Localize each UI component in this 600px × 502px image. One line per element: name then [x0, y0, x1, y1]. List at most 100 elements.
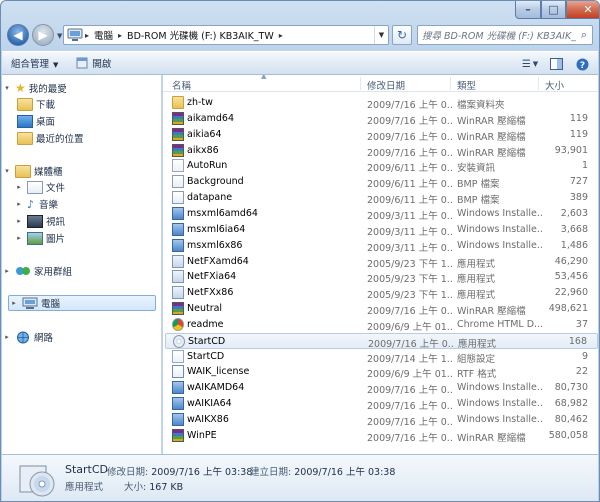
address-bar[interactable]: ▸ 電腦 ▸ BD-ROM 光碟機 (F:) KB3AIK_TW ▸ ▼	[63, 25, 389, 45]
file-row[interactable]: Background 2009/6/11 上午 0... BMP 檔案 727	[165, 174, 598, 190]
nav-recent-places-label: 最近的位置	[36, 134, 84, 145]
nav-documents[interactable]: ▸ 文件	[14, 179, 172, 195]
file-type: Windows Installe...	[457, 239, 543, 251]
file-row[interactable]: aikamd64 2009/7/16 上午 0... WinRAR 壓縮檔 119	[165, 111, 598, 127]
file-row[interactable]: NetFXx86 2005/9/23 下午 1... 應用程式 22,960	[165, 285, 598, 301]
folder-icon	[172, 96, 184, 109]
expand-icon[interactable]: ▸	[2, 333, 12, 341]
file-name: wAIKAMD64	[187, 382, 245, 394]
file-row[interactable]: Neutral 2009/7/16 上午 0... WinRAR 壓縮檔 498,62…	[165, 301, 598, 317]
search-box[interactable]: 搜尋 BD-ROM 光碟機 (F:) KB3AIK_TW ⌕	[417, 25, 593, 45]
breadcrumb-computer[interactable]: 電腦	[91, 28, 116, 42]
breadcrumb-bd-rom-drive[interactable]: BD-ROM 光碟機 (F:) KB3AIK_TW	[124, 28, 277, 42]
organize-button[interactable]: 組合管理 ▼	[2, 56, 67, 70]
expand-icon[interactable]: ▸	[14, 200, 24, 208]
column-header-name[interactable]: 名稱	[172, 78, 191, 92]
column-divider[interactable]	[538, 77, 539, 90]
file-row[interactable]: msxml6x86 2009/3/11 上午 0... Windows Instal…	[165, 238, 598, 254]
preview-pane-button[interactable]	[546, 56, 566, 72]
file-row[interactable]: zh-tw 2009/7/16 上午 0... 檔案資料夾	[165, 95, 598, 111]
nav-favorites[interactable]: ▾ ★ 我的最愛	[2, 80, 160, 96]
explorer-window: – □ ✕ ◀ ▶ ▼ ▸ 電腦 ▸ BD-ROM 光碟機 (F:) KB3AI…	[0, 0, 600, 502]
file-type: 安裝資訊	[457, 163, 496, 175]
nav-videos-label: 視訊	[46, 217, 66, 228]
file-row[interactable]: wAIKIA64 2009/7/16 上午 0... Windows Install…	[165, 396, 598, 412]
maximize-button[interactable]: □	[541, 1, 566, 19]
open-button[interactable]: 開啟	[67, 56, 120, 70]
expand-icon[interactable]: ▾	[2, 167, 12, 175]
details-size: 大小: 167 KB	[124, 479, 183, 493]
application-icon	[172, 270, 184, 284]
breadcrumb-separator[interactable]: ▸	[277, 31, 285, 40]
settings-file-icon	[172, 349, 184, 363]
refresh-button[interactable]: ↻	[392, 25, 412, 45]
help-button[interactable]: ?	[572, 56, 592, 72]
file-name: readme	[187, 318, 224, 330]
file-row[interactable]: StartCD 2009/7/14 上午 1... 組態設定 9	[165, 349, 598, 365]
file-row[interactable]: readme 2009/6/9 上午 01... Chrome HTML D... 3…	[165, 317, 598, 333]
column-divider[interactable]	[450, 77, 451, 90]
search-input[interactable]: 搜尋 BD-ROM 光碟機 (F:) KB3AIK_TW	[418, 28, 576, 42]
file-row[interactable]: StartCD 2009/7/16 上午 0... 應用程式 168	[165, 332, 598, 350]
file-row[interactable]: NetFXia64 2005/9/23 下午 1... 應用程式 53,456	[165, 269, 598, 285]
forward-button[interactable]: ▶	[32, 24, 54, 46]
nav-computer[interactable]: ▸ 電腦	[8, 295, 156, 311]
expand-icon[interactable]: ▾	[2, 84, 12, 92]
column-header-size[interactable]: 大小	[545, 78, 564, 92]
column-header-date[interactable]: 修改日期	[367, 78, 405, 92]
file-row[interactable]: msxml6ia64 2009/3/11 上午 0... Windows Insta…	[165, 222, 598, 238]
address-history-dropdown[interactable]: ▼	[374, 26, 388, 44]
nav-network[interactable]: ▸ 網路	[2, 329, 160, 345]
breadcrumb-separator[interactable]: ▸	[116, 31, 124, 40]
file-size: 80,730	[554, 382, 588, 394]
chevron-down-icon: ▼	[532, 60, 539, 68]
file-row[interactable]: aikx86 2009/7/16 上午 0... WinRAR 壓縮檔 93,901	[165, 143, 598, 159]
column-header-row: ▲ 名稱 修改日期 類型 大小	[163, 75, 598, 92]
file-modified-date: 2009/7/16 上午 0...	[367, 131, 453, 143]
file-row[interactable]: WAIK_license 2009/6/9 上午 01... RTF 格式 22	[165, 364, 598, 380]
expand-icon[interactable]: ▸	[14, 234, 24, 242]
modified-label: 修改日期:	[107, 467, 149, 478]
nav-homegroup[interactable]: ▸ 家用群組	[2, 263, 160, 279]
expand-icon[interactable]: ▸	[14, 217, 24, 225]
nav-music[interactable]: ▸ ♪ 音樂	[14, 196, 172, 212]
caption-buttons: – □ ✕	[515, 1, 599, 19]
file-type: Windows Installe...	[457, 207, 543, 219]
nav-videos[interactable]: ▸ 視訊	[14, 213, 172, 229]
file-row[interactable]: wAIKX86 2009/7/16 上午 0... Windows Installe…	[165, 412, 598, 428]
expand-icon[interactable]: ▸	[14, 183, 24, 191]
breadcrumb-separator[interactable]: ▸	[83, 31, 91, 40]
file-row[interactable]: WinPE 2009/7/16 上午 0... WinRAR 壓縮檔 580,058	[165, 428, 598, 444]
expand-icon[interactable]: ▸	[2, 267, 12, 275]
installer-package-icon	[172, 413, 184, 426]
sort-ascending-icon: ▲	[261, 75, 267, 80]
file-row[interactable]: aikia64 2009/7/16 上午 0... WinRAR 壓縮檔 119	[165, 127, 598, 143]
close-button[interactable]: ✕	[566, 1, 599, 19]
nav-recent-places[interactable]: 最近的位置	[14, 130, 172, 146]
file-row[interactable]: wAIKAMD64 2009/7/16 上午 0... Windows Instal…	[165, 380, 598, 396]
file-modified-date: 2009/7/16 上午 0...	[367, 100, 453, 111]
change-view-button[interactable]: ☰ ▼	[520, 56, 540, 72]
file-name: NetFXx86	[187, 287, 234, 299]
installer-package-icon	[172, 206, 184, 220]
expand-icon[interactable]: ▸	[9, 299, 19, 307]
file-row[interactable]: NetFXamd64 2005/9/23 下午 1... 應用程式 46,290	[165, 254, 598, 270]
column-divider[interactable]	[360, 77, 361, 90]
recent-places-icon	[17, 131, 33, 145]
preview-pane-icon	[549, 58, 563, 70]
minimize-button[interactable]: –	[515, 1, 541, 19]
file-row[interactable]: msxml6amd64 2009/3/11 上午 0... Windows Inst…	[165, 206, 598, 222]
file-row[interactable]: datapane 2009/6/11 上午 0... BMP 檔案 389	[165, 190, 598, 206]
downloads-folder-icon	[17, 97, 33, 111]
nav-pictures[interactable]: ▸ 圖片	[14, 230, 172, 246]
nav-desktop[interactable]: 桌面	[14, 113, 172, 129]
file-row[interactable]: AutoRun 2009/6/11 上午 0... 安裝資訊 1	[165, 158, 598, 174]
column-header-type[interactable]: 類型	[457, 78, 476, 92]
nav-libraries[interactable]: ▾ 媒體櫃	[2, 163, 160, 179]
nav-downloads[interactable]: 下載	[14, 96, 172, 112]
file-modified-date: 2005/9/23 下午 1...	[367, 258, 453, 270]
recent-pages-dropdown[interactable]: ▼	[57, 32, 62, 40]
back-button[interactable]: ◀	[7, 24, 29, 46]
details-created: 建立日期: 2009/7/16 上午 03:38	[250, 464, 395, 478]
file-type: WinRAR 壓縮檔	[457, 432, 526, 444]
